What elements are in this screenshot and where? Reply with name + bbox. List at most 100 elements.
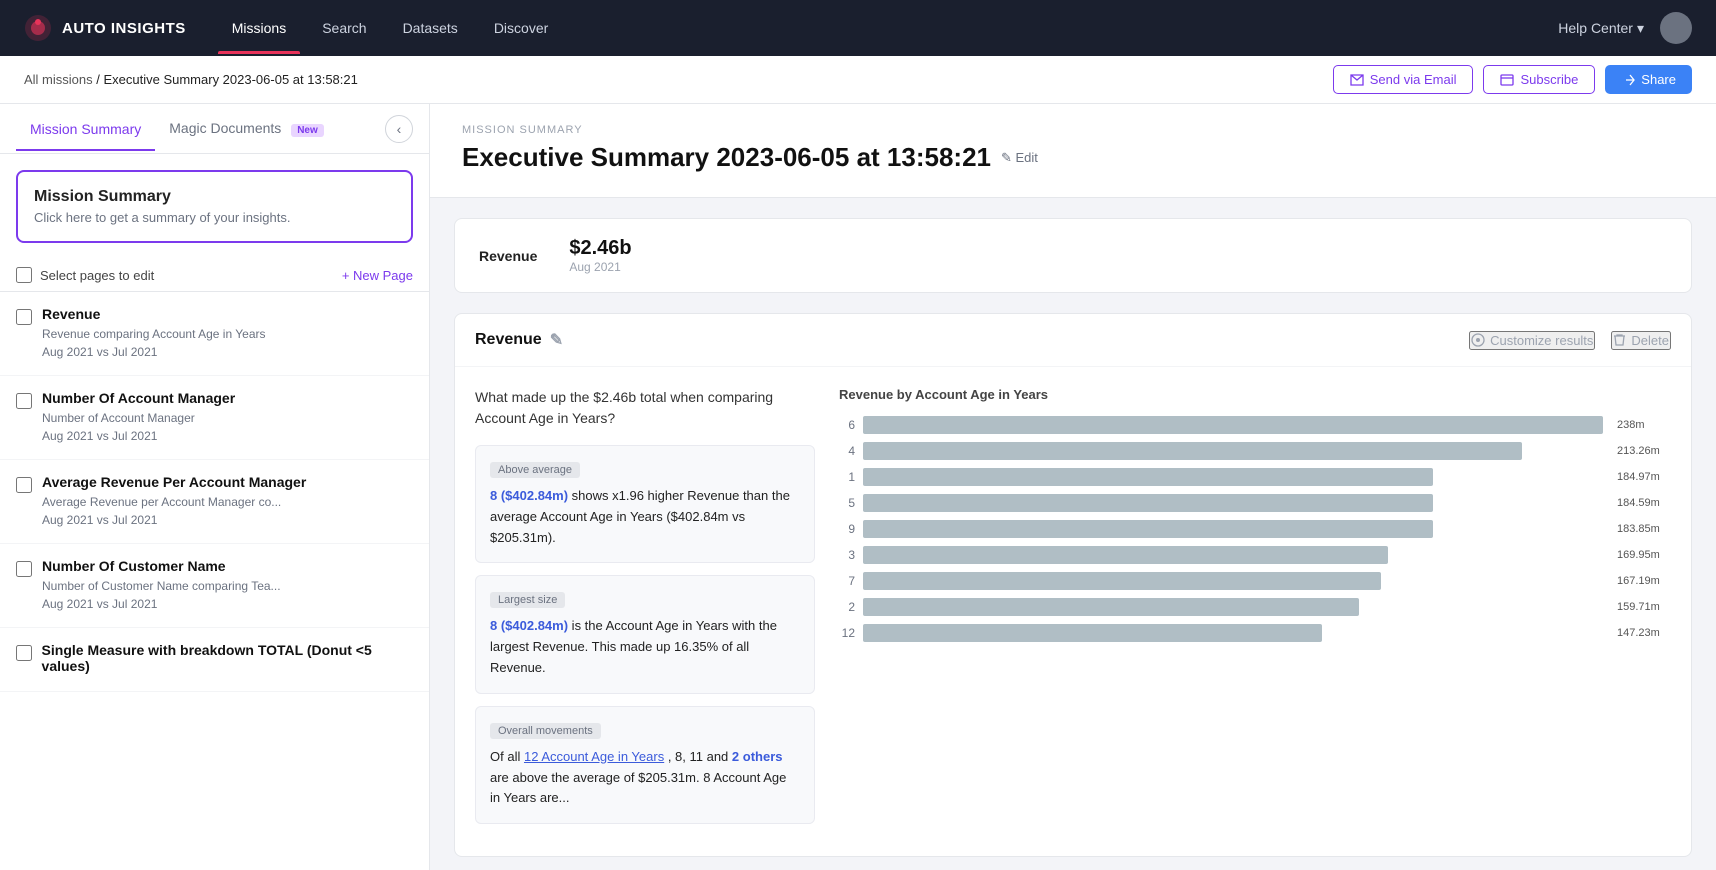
section-card-title: Revenue ✎ — [475, 330, 563, 350]
page-desc-1: Number of Account Manager Aug 2021 vs Ju… — [42, 409, 235, 445]
bar-label: 1 — [839, 470, 855, 484]
revenue-section-card: Revenue ✎ Customize results Delete — [454, 313, 1692, 857]
nav-search[interactable]: Search — [308, 12, 380, 44]
nav-discover[interactable]: Discover — [480, 12, 562, 44]
send-email-button[interactable]: Send via Email — [1333, 65, 1474, 94]
mission-summary-card-desc: Click here to get a summary of your insi… — [34, 210, 395, 225]
bar-row: 4 213.26m — [839, 442, 1671, 460]
bar-label: 2 — [839, 600, 855, 614]
bar-value: 213.26m — [1617, 445, 1671, 457]
bar-track — [863, 624, 1603, 642]
bar-track — [863, 416, 1603, 434]
customize-results-button[interactable]: Customize results — [1469, 331, 1595, 350]
page-desc-0: Revenue comparing Account Age in Years A… — [42, 325, 266, 361]
tab-mission-summary[interactable]: Mission Summary — [16, 107, 155, 151]
nav-datasets[interactable]: Datasets — [389, 12, 472, 44]
account-age-link[interactable]: 12 Account Age in Years — [524, 749, 664, 764]
sidebar-tabs: Mission Summary Magic Documents New ‹ — [0, 104, 429, 154]
logo-text: AUTO INSIGHTS — [62, 20, 186, 37]
select-pages-label: Select pages to edit — [40, 268, 334, 283]
insight-tag-0: Above average — [490, 462, 580, 478]
bar-row: 12147.23m — [839, 624, 1671, 642]
section-label: MISSION SUMMARY — [462, 124, 1684, 136]
bar-fill — [863, 494, 1433, 512]
nav-missions[interactable]: Missions — [218, 12, 300, 44]
main-content: MISSION SUMMARY Executive Summary 2023-0… — [430, 104, 1716, 870]
bar-value: 167.19m — [1617, 575, 1671, 587]
bar-value: 238m — [1617, 419, 1671, 431]
send-email-icon — [1350, 73, 1364, 87]
chart-title: Revenue by Account Age in Years — [839, 387, 1671, 402]
bar-track — [863, 572, 1603, 590]
bar-track — [863, 494, 1603, 512]
page-title-1: Number Of Account Manager — [42, 390, 235, 406]
bar-fill — [863, 572, 1381, 590]
list-item[interactable]: Average Revenue Per Account Manager Aver… — [0, 460, 429, 544]
list-item[interactable]: Number Of Customer Name Number of Custom… — [0, 544, 429, 628]
list-item[interactable]: Single Measure with breakdown TOTAL (Don… — [0, 628, 429, 692]
insight-tag-1: Largest size — [490, 592, 565, 608]
bar-label: 3 — [839, 548, 855, 562]
bar-fill — [863, 416, 1603, 434]
title-edit-button[interactable]: ✎ Edit — [1001, 150, 1038, 166]
stat-label: Revenue — [479, 248, 537, 264]
magic-badge: New — [291, 124, 324, 137]
list-item[interactable]: Number Of Account Manager Number of Acco… — [0, 376, 429, 460]
sidebar-collapse-button[interactable]: ‹ — [385, 115, 413, 143]
bar-value: 147.23m — [1617, 627, 1671, 639]
nav-right: Help Center ▾ — [1558, 12, 1692, 44]
subscribe-button[interactable]: Subscribe — [1483, 65, 1595, 94]
logo: AUTO INSIGHTS — [24, 14, 186, 42]
bar-value: 184.59m — [1617, 497, 1671, 509]
bar-value: 159.71m — [1617, 601, 1671, 613]
customize-icon — [1471, 333, 1485, 347]
bar-fill — [863, 468, 1433, 486]
bar-track — [863, 520, 1603, 538]
bar-fill — [863, 520, 1433, 538]
user-avatar[interactable] — [1660, 12, 1692, 44]
bar-label: 7 — [839, 574, 855, 588]
insight-text-0: 8 ($402.84m) shows x1.96 higher Revenue … — [490, 486, 800, 548]
bar-row: 2 159.71m — [839, 598, 1671, 616]
revenue-edit-icon[interactable]: ✎ — [550, 330, 563, 350]
delete-icon — [1613, 333, 1626, 347]
top-nav: AUTO INSIGHTS Missions Search Datasets D… — [0, 0, 1716, 56]
bar-row: 1 184.97m — [839, 468, 1671, 486]
page-checkbox-2[interactable] — [16, 477, 32, 493]
new-page-button[interactable]: + New Page — [342, 268, 413, 283]
chart-column: Revenue by Account Age in Years 6238m421… — [839, 387, 1671, 836]
share-icon — [1621, 73, 1635, 87]
page-checkbox-0[interactable] — [16, 309, 32, 325]
insight-card-1: Largest size 8 ($402.84m) is the Account… — [475, 575, 815, 693]
breadcrumb-bar: All missions / Executive Summary 2023-06… — [0, 56, 1716, 104]
list-item[interactable]: Revenue Revenue comparing Account Age in… — [0, 292, 429, 376]
page-title-0: Revenue — [42, 306, 266, 322]
all-missions-link[interactable]: All missions — [24, 72, 93, 87]
bar-track — [863, 546, 1603, 564]
mission-summary-card-title: Mission Summary — [34, 188, 395, 206]
tab-magic-documents[interactable]: Magic Documents New — [155, 106, 338, 151]
insight-column: What made up the $2.46b total when compa… — [475, 387, 815, 836]
help-center-button[interactable]: Help Center ▾ — [1558, 20, 1644, 37]
bar-fill — [863, 598, 1359, 616]
bar-row: 5 184.59m — [839, 494, 1671, 512]
page-checkbox-1[interactable] — [16, 393, 32, 409]
nav-links: Missions Search Datasets Discover — [218, 12, 1527, 44]
stat-card: Revenue $2.46b Aug 2021 — [454, 218, 1692, 293]
page-checkbox-3[interactable] — [16, 561, 32, 577]
bar-row: 6238m — [839, 416, 1671, 434]
bar-label: 5 — [839, 496, 855, 510]
section-body: What made up the $2.46b total when compa… — [455, 367, 1691, 856]
bar-value: 184.97m — [1617, 471, 1671, 483]
subscribe-icon — [1500, 73, 1514, 87]
mission-summary-card[interactable]: Mission Summary Click here to get a summ… — [16, 170, 413, 243]
share-button[interactable]: Share — [1605, 65, 1692, 94]
sidebar: Mission Summary Magic Documents New ‹ Mi… — [0, 104, 430, 870]
select-all-checkbox[interactable] — [16, 267, 32, 283]
page-list: Revenue Revenue comparing Account Age in… — [0, 292, 429, 870]
bar-label: 4 — [839, 444, 855, 458]
delete-button[interactable]: Delete — [1611, 331, 1671, 350]
logo-icon — [24, 14, 52, 42]
page-title-4: Single Measure with breakdown TOTAL (Don… — [42, 642, 413, 674]
page-checkbox-4[interactable] — [16, 645, 32, 661]
